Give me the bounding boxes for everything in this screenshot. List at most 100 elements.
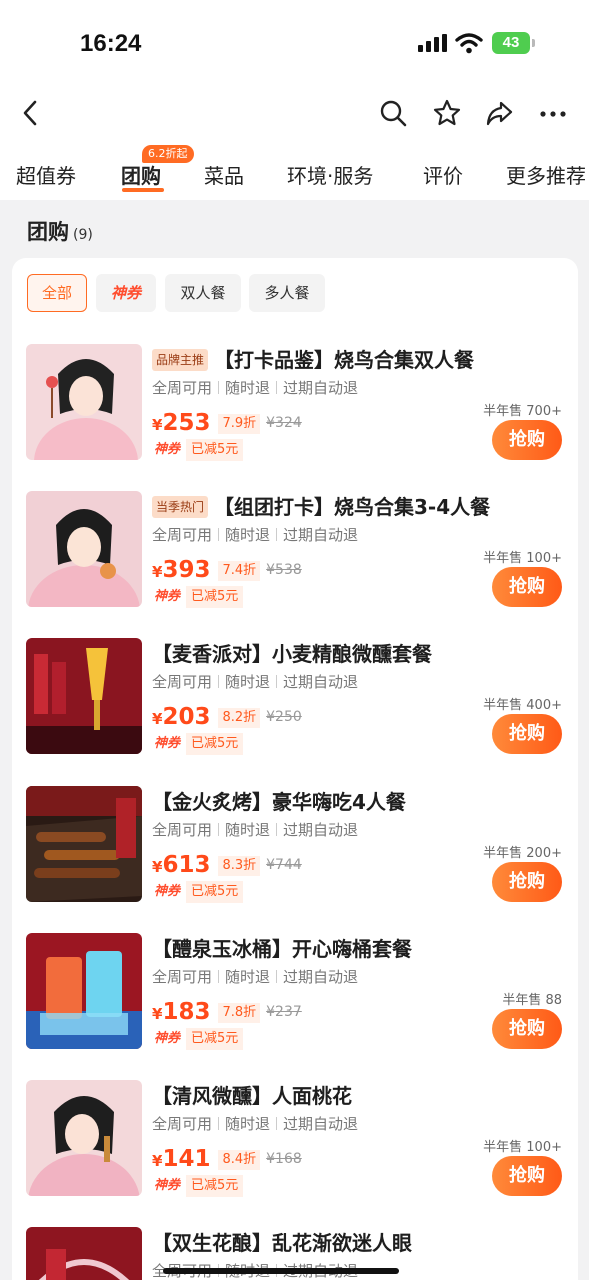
tab-dishes[interactable]: 菜品: [204, 160, 244, 189]
filter-shenquan[interactable]: 神券: [96, 274, 156, 312]
deal-price-row: ¥203 8.2折 ¥250: [152, 704, 302, 730]
more-icon[interactable]: [538, 98, 568, 128]
deal-coupon: 神券 已减5元: [154, 881, 244, 903]
deal-sold-count: 半年售 400+: [483, 698, 562, 713]
deal-features: 全周可用随时退过期自动退: [152, 968, 359, 986]
deal-sold-count: 半年售 200+: [483, 846, 562, 861]
deal-sold-count: 半年售 100+: [483, 1140, 562, 1155]
deal-price: 203: [162, 704, 211, 730]
tab-reviews[interactable]: 评价: [423, 160, 463, 189]
home-indicator: [163, 1268, 399, 1274]
deal-item[interactable]: 品牌主推 【打卡品鉴】烧鸟合集双人餐 全周可用 随时退 过期自动退 ¥253 7.9折 ¥…: [26, 344, 566, 464]
deal-thumbnail: [26, 1080, 142, 1196]
deal-name: 【金火炙烤】豪华嗨吃4人餐: [152, 790, 406, 814]
filter-all[interactable]: 全部: [27, 274, 87, 312]
deal-thumbnail: [26, 491, 142, 607]
deal-coupon: 神券 已减5元: [154, 733, 244, 755]
deal-title: 【麦香派对】小麦精酿微醺套餐: [152, 638, 432, 667]
buy-button[interactable]: 抢购: [492, 567, 562, 607]
battery-level: 43: [492, 32, 530, 54]
deal-sold-count: 半年售 700+: [483, 404, 562, 419]
deal-original-price: ¥538: [266, 562, 302, 578]
deal-price: 393: [162, 557, 211, 583]
deal-name: 【清风微醺】人面桃花: [152, 1084, 352, 1108]
share-icon[interactable]: [484, 98, 514, 128]
deal-item[interactable]: 当季热门 【组团打卡】烧鸟合集3-4人餐 全周可用 随时退 过期自动退 ¥393 7.4…: [26, 491, 566, 611]
deal-price-row: ¥393 7.4折 ¥538: [152, 557, 302, 583]
deal-name: 【麦香派对】小麦精酿微醺套餐: [152, 642, 432, 666]
deal-item[interactable]: 【清风微醺】人面桃花 全周可用 随时退 过期自动退 ¥141 8.4折 ¥168 神券已…: [26, 1080, 566, 1200]
deal-item[interactable]: 【醴泉玉冰桶】开心嗨桶套餐 全周可用 随时退 过期自动退 ¥183 7.8折 ¥237 …: [26, 933, 566, 1053]
nav-bar: [0, 86, 589, 140]
deal-features: 全周可用随时退过期自动退: [152, 821, 359, 839]
deal-name: 【组团打卡】烧鸟合集3-4人餐: [214, 495, 491, 519]
deal-price-row: ¥613 8.3折 ¥744: [152, 852, 302, 878]
section-count: (9): [73, 227, 93, 243]
filter-multi-person[interactable]: 多人餐: [249, 274, 325, 312]
buy-button[interactable]: 抢购: [492, 714, 562, 754]
active-tab-indicator: [122, 188, 164, 192]
deal-title: 品牌主推 【打卡品鉴】烧鸟合集双人餐: [152, 344, 474, 373]
wifi-icon: [455, 33, 483, 54]
buy-button[interactable]: 抢购: [492, 1156, 562, 1196]
deal-price-row: ¥183 7.8折 ¥237: [152, 999, 302, 1025]
buy-button[interactable]: 抢购: [492, 420, 562, 460]
deal-title: 【清风微醺】人面桃花: [152, 1080, 352, 1109]
buy-button[interactable]: 抢购: [492, 862, 562, 902]
tab-coupons[interactable]: 超值券: [16, 160, 76, 189]
deal-coupon: 神券 已减5元: [154, 439, 244, 461]
buy-button[interactable]: 抢购: [492, 1009, 562, 1049]
deal-features: 全周可用随时退过期自动退: [152, 379, 359, 397]
deal-original-price: ¥324: [266, 415, 302, 431]
deal-sold-count: 半年售 100+: [483, 551, 562, 566]
deal-original-price: ¥744: [266, 857, 302, 873]
deal-thumbnail: [26, 638, 142, 754]
tab-group-buy[interactable]: 团购: [121, 160, 161, 189]
deal-thumbnail: [26, 1227, 142, 1280]
deal-discount: 7.9折: [218, 414, 261, 434]
deal-price: 141: [162, 1146, 211, 1172]
status-time: 16:24: [80, 30, 142, 57]
search-icon[interactable]: [378, 98, 408, 128]
deal-sold-count: 半年售 88: [502, 993, 562, 1008]
deal-price: 253: [162, 410, 211, 436]
deal-features: 全周可用随时退过期自动退: [152, 526, 359, 544]
deal-discount: 7.8折: [218, 1003, 261, 1023]
status-bar: 16:24 43: [0, 0, 589, 86]
deal-original-price: ¥168: [266, 1151, 302, 1167]
deal-item[interactable]: 【麦香派对】小麦精酿微醺套餐 全周可用 随时退 过期自动退 ¥203 8.2折 ¥250…: [26, 638, 566, 758]
deal-original-price: ¥237: [266, 1004, 302, 1020]
deal-coupon: 神券 已减5元: [154, 1175, 244, 1197]
deal-price-row: ¥141 8.4折 ¥168: [152, 1146, 302, 1172]
battery-indicator: 43: [492, 32, 536, 54]
star-icon[interactable]: [432, 98, 462, 128]
deal-name: 【双生花酿】乱花渐欲迷人眼: [152, 1231, 412, 1255]
discount-badge: 6.2折起: [142, 145, 194, 163]
deal-features: 全周可用随时退过期自动退: [152, 1115, 359, 1133]
deal-title: 【醴泉玉冰桶】开心嗨桶套餐: [152, 933, 412, 962]
deal-features: 全周可用随时退过期自动退: [152, 673, 359, 691]
deal-discount: 8.4折: [218, 1150, 261, 1170]
deal-discount: 8.3折: [218, 856, 261, 876]
deal-title: 【双生花酿】乱花渐欲迷人眼: [152, 1227, 412, 1256]
tab-more-recommend[interactable]: 更多推荐: [506, 160, 586, 189]
deal-original-price: ¥250: [266, 709, 302, 725]
deal-title: 【金火炙烤】豪华嗨吃4人餐: [152, 786, 406, 815]
deal-thumbnail: [26, 344, 142, 460]
deal-item[interactable]: 【金火炙烤】豪华嗨吃4人餐 全周可用 随时退 过期自动退 ¥613 8.3折 ¥744 …: [26, 786, 566, 906]
filter-two-person[interactable]: 双人餐: [165, 274, 241, 312]
deal-thumbnail: [26, 786, 142, 902]
tab-environment-service[interactable]: 环境·服务: [287, 160, 373, 189]
deal-coupon: 神券 已减5元: [154, 1028, 244, 1050]
deal-discount: 8.2折: [218, 708, 261, 728]
section-title-text: 团购: [27, 220, 69, 244]
deal-thumbnail: [26, 933, 142, 1049]
deal-discount: 7.4折: [218, 561, 261, 581]
deal-name: 【醴泉玉冰桶】开心嗨桶套餐: [152, 937, 412, 961]
deal-price: 183: [162, 999, 211, 1025]
back-icon[interactable]: [16, 98, 46, 128]
deal-name: 【打卡品鉴】烧鸟合集双人餐: [214, 348, 475, 372]
deal-title: 当季热门 【组团打卡】烧鸟合集3-4人餐: [152, 491, 490, 520]
deal-tag: 当季热门: [152, 496, 209, 518]
deal-price-row: ¥253 7.9折 ¥324: [152, 410, 302, 436]
